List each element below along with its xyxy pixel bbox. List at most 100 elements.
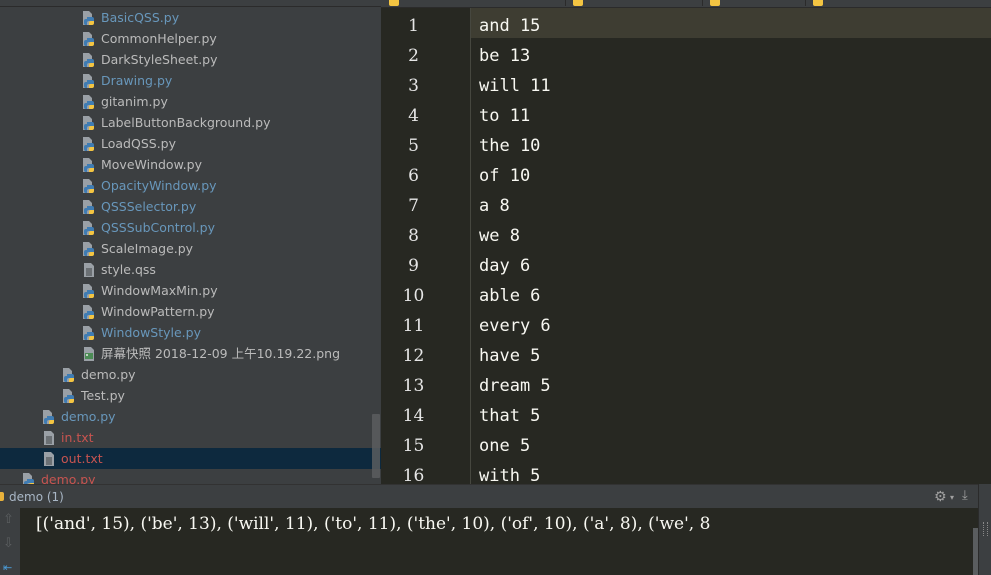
tree-item-label: LoadQSS.py <box>101 136 176 151</box>
tree-item-label: ScaleImage.py <box>101 241 194 256</box>
text-file-icon <box>42 430 56 446</box>
line-number: 13 <box>402 376 425 396</box>
python-file-icon <box>82 325 96 341</box>
code-line: have 5 <box>479 346 541 366</box>
tree-item-label: QSSSelector.py <box>101 199 197 214</box>
python-file-icon <box>82 241 96 257</box>
python-file-icon <box>710 0 720 6</box>
line-number: 3 <box>408 76 419 96</box>
code-line: that 5 <box>479 406 541 426</box>
line-number: 8 <box>408 226 419 246</box>
tree-item[interactable]: OpacityWindow.py <box>0 175 381 196</box>
python-file-icon <box>82 304 96 320</box>
tree-item[interactable]: in.txt <box>0 427 381 448</box>
tree-item[interactable]: demo.py <box>0 406 381 427</box>
line-number: 1 <box>408 16 419 36</box>
tree-item[interactable]: CommonHelper.py <box>0 28 381 49</box>
run-panel-header: demo (1) ⚙ ▾ ⤓ <box>0 484 978 509</box>
arrow-up-icon[interactable]: ⇧ <box>3 512 14 527</box>
tree-item[interactable]: WindowStyle.py <box>0 322 381 343</box>
tree-item-label: MoveWindow.py <box>101 157 202 172</box>
tree-item-label: DarkStyleSheet.py <box>101 52 218 67</box>
tree-item[interactable]: DarkStyleSheet.py <box>0 49 381 70</box>
python-file-icon <box>82 10 96 26</box>
project-tree: BasicQSS.py CommonHelper.py DarkStyleSheet… <box>0 0 381 484</box>
line-number: 10 <box>402 286 425 306</box>
python-file-icon <box>82 157 96 173</box>
run-tab-title[interactable]: demo (1) <box>9 488 64 506</box>
code-line: and 15 <box>479 16 541 36</box>
code-editor[interactable]: 1 2 3 4 5 6 7 8 9 10 11 12 13 14 15 16 and 15 be 13 will … <box>381 8 991 484</box>
run-toolbar: ⇧ ⇩ ⇤ <box>0 508 20 575</box>
line-number-gutter: 1 2 3 4 5 6 7 8 9 10 11 12 13 14 15 16 <box>381 8 471 484</box>
tree-item[interactable]: QSSSubControl.py <box>0 217 381 238</box>
run-console[interactable]: [('and', 15), ('be', 13), ('will', 11), … <box>20 508 978 575</box>
tree-item[interactable]: Test.py <box>0 385 381 406</box>
editor-tab-bar <box>381 0 991 8</box>
tree-scrollbar[interactable] <box>372 414 380 478</box>
python-file-icon <box>82 52 96 68</box>
tree-item[interactable]: BasicQSS.py <box>0 7 381 28</box>
tree-item-label: demo.py <box>81 367 136 382</box>
current-line-highlight <box>381 8 991 38</box>
text-file-icon <box>82 262 96 278</box>
code-line: every 6 <box>479 316 551 336</box>
tree-item[interactable]: QSSSelector.py <box>0 196 381 217</box>
tree-item-label: LabelButtonBackground.py <box>101 115 271 130</box>
code-line: to 11 <box>479 106 531 126</box>
editor-tab[interactable] <box>805 0 991 6</box>
line-number: 9 <box>408 256 419 276</box>
editor-tab[interactable] <box>702 0 806 6</box>
code-line: be 13 <box>479 46 531 66</box>
tree-item-label: OpacityWindow.py <box>101 178 217 193</box>
tree-item[interactable]: LabelButtonBackground.py <box>0 112 381 133</box>
tree-top-border <box>0 0 381 7</box>
line-number: 5 <box>408 136 419 156</box>
python-file-icon <box>82 115 96 131</box>
code-line: the 10 <box>479 136 541 156</box>
python-file-icon <box>82 220 96 236</box>
tree-item-label: demo.py <box>41 472 96 484</box>
right-tool-strip <box>978 484 991 575</box>
tree-item-label: CommonHelper.py <box>101 31 217 46</box>
soft-wrap-icon[interactable]: ⇤ <box>3 561 12 574</box>
tree-item[interactable]: Drawing.py <box>0 70 381 91</box>
resize-grip[interactable] <box>983 522 988 536</box>
tree-item[interactable]: MoveWindow.py <box>0 154 381 175</box>
tree-item[interactable]: out.txt <box>0 448 381 469</box>
tree-item[interactable]: ScaleImage.py <box>0 238 381 259</box>
tree-item[interactable]: LoadQSS.py <box>0 133 381 154</box>
editor-tab[interactable] <box>381 0 566 6</box>
python-file-icon <box>22 472 36 484</box>
python-file-icon <box>62 367 76 383</box>
line-number: 14 <box>402 406 425 426</box>
tree-item[interactable]: 屏幕快照 2018-12-09 上午10.19.22.png <box>0 343 381 364</box>
python-file-icon <box>82 136 96 152</box>
chevron-down-icon[interactable]: ▾ <box>950 489 954 507</box>
python-file-icon <box>82 283 96 299</box>
download-icon[interactable]: ⤓ <box>962 487 968 505</box>
tree-item[interactable]: WindowPattern.py <box>0 301 381 322</box>
code-line: we 8 <box>479 226 520 246</box>
tree-item-label: WindowStyle.py <box>101 325 201 340</box>
line-number: 11 <box>402 316 425 336</box>
editor-tab[interactable] <box>565 0 703 6</box>
line-number: 2 <box>408 46 419 66</box>
code-line: able 6 <box>479 286 541 306</box>
run-config-icon <box>0 492 4 501</box>
tree-item[interactable]: gitanim.py <box>0 91 381 112</box>
python-file-icon <box>82 94 96 110</box>
gear-icon[interactable]: ⚙ <box>934 488 947 506</box>
tree-item[interactable]: demo.py <box>0 469 381 484</box>
arrow-down-icon[interactable]: ⇩ <box>3 536 14 551</box>
code-line: day 6 <box>479 256 531 276</box>
tree-item-label: out.txt <box>61 451 103 466</box>
tree-item[interactable]: style.qss <box>0 259 381 280</box>
console-output: [('and', 15), ('be', 13), ('will', 11), … <box>36 514 711 534</box>
python-file-icon <box>82 178 96 194</box>
python-file-icon <box>42 409 56 425</box>
tree-item[interactable]: WindowMaxMin.py <box>0 280 381 301</box>
tree-item-label: WindowPattern.py <box>101 304 215 319</box>
tree-item-label: QSSSubControl.py <box>101 220 215 235</box>
tree-item[interactable]: demo.py <box>0 364 381 385</box>
